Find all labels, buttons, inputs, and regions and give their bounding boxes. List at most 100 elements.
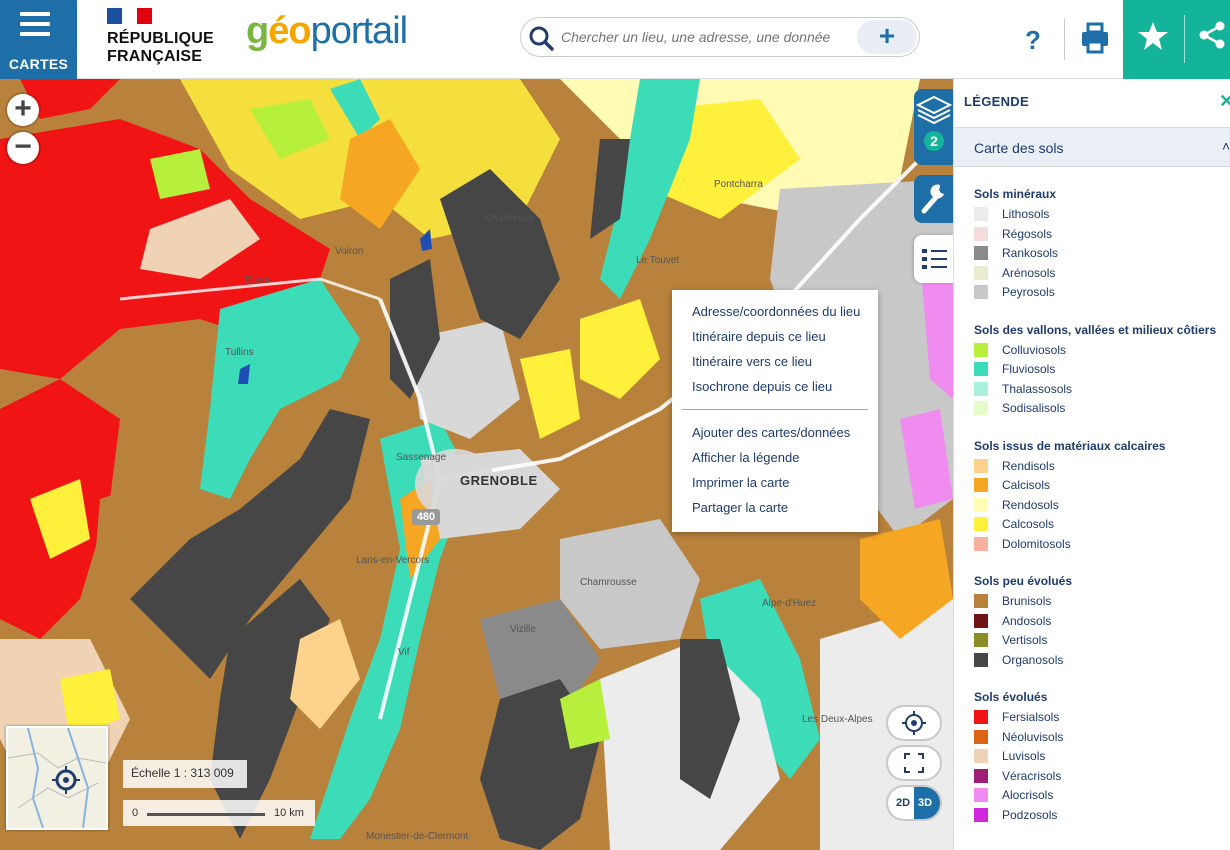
header-divider [1064,18,1065,60]
map-place-label: Les Deux-Alpes [802,714,873,725]
map-place-label: Chamrousse [580,577,637,588]
legend-swatch [974,478,988,492]
layers-count-badge: 2 [930,133,938,149]
social-toolbar [1123,0,1230,79]
close-legend-icon[interactable]: ✕ [1219,91,1230,112]
print-button[interactable] [1072,18,1118,60]
republique-francaise-logo: RÉPUBLIQUE FRANÇAISE [107,8,214,66]
wrench-icon [921,184,944,214]
3d-option[interactable]: 3D [914,787,940,819]
soil-map[interactable]: Chartreuse Voiron Tullins Sassenage Vizi… [0,79,953,850]
favorite-star-icon[interactable] [1137,20,1169,52]
search-input[interactable] [561,18,861,56]
legend-swatch [974,536,988,551]
search-bar: + [520,17,920,57]
legend-swatch [974,497,988,512]
legend-swatch [974,749,988,763]
map-place-label: Le Touvet [636,255,680,266]
scale-line [147,813,265,816]
ctx-share-map[interactable]: Partager la carte [692,500,788,515]
overview-minimap[interactable] [6,726,108,830]
map-place-label: Lans-en-Vercors [356,555,430,566]
legend-list-icon [922,249,947,269]
legend-swatch [974,613,988,628]
layers-icon [915,95,953,151]
legend-swatch [974,594,988,608]
scale-distance: 10 km [274,807,304,819]
legend-item-label: Vertisols [1002,633,1048,647]
legend-item-label: Peyrosols [1002,285,1055,299]
ctx-route-to[interactable]: Itinéraire vers ce lieu [692,354,812,369]
zoom-out-button[interactable]: − [7,132,39,164]
legend-swatch [974,652,988,667]
map-place-label: Alpe-d'Huez [762,598,817,609]
legend-swatch [974,246,988,260]
legend-group-title: Sols issus de matériaux calcaires [974,438,1166,453]
republique-line2: FRANÇAISE [107,48,203,65]
legend-item-label: Néoluvisols [1002,729,1064,744]
tools-tab[interactable] [914,175,953,223]
scale-bar: 0 10 km [123,800,315,826]
legend-panel: LÉGENDE ✕ Carte des sols ˄ Sols minéraux… [953,79,1230,850]
legend-swatch [974,768,988,783]
legend-item-label: Rendosols [1002,497,1059,512]
legend-item-label: Podzosols [1002,807,1058,822]
map-place-label: Chartreuse [485,213,535,224]
legend-item-label: Alocrisols [1002,788,1054,802]
advanced-search-button[interactable]: + [857,20,917,54]
ctx-isochrone[interactable]: Isochrone depuis ce lieu [692,379,832,394]
geolocate-button[interactable] [888,707,940,739]
maps-menu-button[interactable]: CARTES [0,0,77,79]
legend-item-label: Andosols [1002,613,1052,628]
legend-layer-name: Carte des sols [974,140,1064,156]
ctx-print-map[interactable]: Imprimer la carte [692,475,790,490]
ctx-route-from[interactable]: Itinéraire depuis ce lieu [692,329,826,344]
ctx-show-legend[interactable]: Afficher la légende [692,450,799,465]
map-place-label: Vizille [510,624,536,635]
2d-option[interactable]: 2D [888,787,914,819]
minimap-canvas [7,727,107,829]
city-label-grenoble: GRENOBLE [460,473,538,488]
legend-item-label: Fersialsols [1002,710,1060,724]
legend-swatch [974,265,988,280]
legend-swatch [974,226,988,241]
legend-layer-header[interactable]: Carte des sols ˄ [954,127,1230,167]
help-button[interactable]: ? [1010,20,1056,60]
maps-menu-label: CARTES [8,56,69,72]
map-place-label: Rives [245,275,271,286]
legend-item-label: Calcisols [1002,478,1051,492]
2d-3d-toggle[interactable]: 2D 3D [888,787,940,819]
legend-group-title: Sols minéraux [974,187,1057,201]
legend-swatch [974,710,988,724]
legend-item-label: Thalassosols [1002,381,1073,396]
ctx-add-maps-data[interactable]: Ajouter des cartes/données [692,425,850,440]
logo-portail: portail [310,10,408,52]
map-place-label: Pontcharra [714,179,763,190]
geoportail-logo[interactable]: géoportail [246,10,408,53]
app-header: CARTES RÉPUBLIQUE FRANÇAISE géoportail +… [0,0,1230,79]
layers-tab[interactable]: 2 [914,89,953,165]
fullscreen-icon [904,753,924,773]
printer-icon [1082,22,1108,54]
share-icon[interactable] [1197,20,1227,50]
legend-swatch [974,207,988,221]
ctx-address-coordinates[interactable]: Adresse/coordonnées du lieu [692,304,860,319]
legend-item-label: Luvisols [1002,749,1046,763]
legend-swatch [974,633,988,647]
legend-item-label: Rendisols [1002,458,1055,473]
legend-swatch [974,807,988,822]
zoom-in-button[interactable]: + [7,94,39,126]
road-number-badge: 480 [412,509,440,525]
map-place-label: Voiron [335,246,364,257]
legend-item-label: Régosols [1002,226,1053,241]
legend-item-label: Lithosols [1002,207,1050,221]
legend-tab[interactable] [914,235,953,283]
fullscreen-button[interactable] [888,747,940,779]
search-icon[interactable] [529,26,555,52]
chevron-up-icon[interactable]: ˄ [1222,138,1230,154]
crosshair-icon [902,711,926,735]
legend-item-label: Organosols [1002,652,1064,667]
legend-swatch [974,381,988,396]
logo-g: g [246,10,269,52]
legend-item-label: Fluviosols [1002,362,1056,376]
